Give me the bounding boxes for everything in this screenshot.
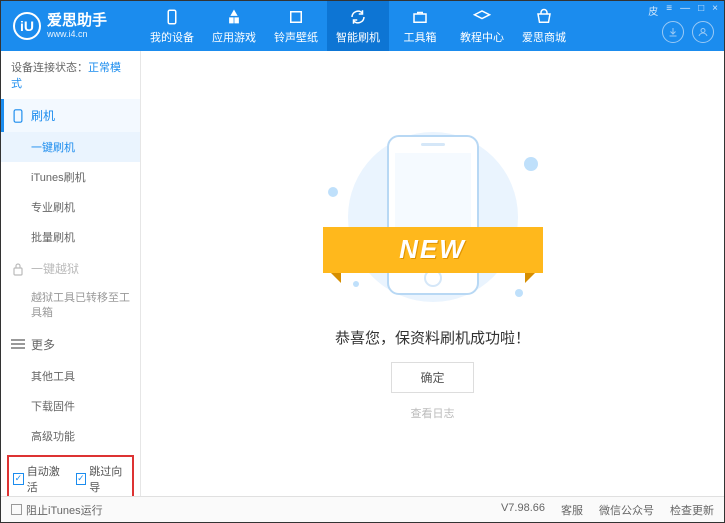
new-banner-text: NEW: [399, 234, 466, 265]
sidebar-item-batch[interactable]: 批量刷机: [1, 222, 140, 252]
logo-area[interactable]: iU 爱思助手 www.i4.cn: [1, 12, 141, 40]
view-log-link[interactable]: 查看日志: [411, 405, 455, 421]
block-itunes-label: 阻止iTunes运行: [26, 502, 103, 518]
maximize-button[interactable]: □: [696, 3, 706, 18]
wechat-link[interactable]: 微信公众号: [599, 502, 654, 518]
lock-icon: [11, 262, 25, 276]
sidebar-item-itunes[interactable]: iTunes刷机: [1, 162, 140, 192]
phone-icon: [11, 109, 25, 123]
sidebar-section-jailbreak[interactable]: 一键越狱: [1, 252, 140, 285]
wallpaper-icon: [265, 7, 327, 27]
header-right-buttons: [662, 21, 714, 43]
store-icon: [513, 7, 575, 27]
connection-status: 设备连接状态：正常模式: [1, 51, 140, 99]
logo-icon: iU: [13, 12, 41, 40]
auto-activate-checkbox[interactable]: ✓自动激活: [13, 463, 66, 495]
main-nav: 我的设备 应用游戏 铃声壁纸 智能刷机 工具箱 教程中心 爱思商城: [141, 1, 724, 51]
toolbox-icon: [389, 7, 451, 27]
success-message: 恭喜您，保资料刷机成功啦！: [335, 327, 530, 348]
success-illustration: NEW: [323, 127, 543, 307]
graduation-icon: [451, 7, 513, 27]
nav-apps[interactable]: 应用游戏: [203, 1, 265, 51]
skin-button[interactable]: 皮: [646, 3, 660, 18]
nav-my-device[interactable]: 我的设备: [141, 1, 203, 51]
nav-toolbox[interactable]: 工具箱: [389, 1, 451, 51]
menu-icon: [11, 339, 25, 349]
sidebar-section-more[interactable]: 更多: [1, 328, 140, 361]
jailbreak-note: 越狱工具已转移至工具箱: [1, 285, 140, 328]
block-itunes-checkbox[interactable]: [11, 504, 22, 515]
sidebar-item-pro[interactable]: 专业刷机: [1, 192, 140, 222]
skip-guide-checkbox[interactable]: ✓跳过向导: [76, 463, 129, 495]
sidebar-item-oneclick[interactable]: 一键刷机: [1, 132, 140, 162]
sidebar-section-flash[interactable]: 刷机: [1, 99, 140, 132]
sidebar-item-other[interactable]: 其他工具: [1, 361, 140, 391]
status-bar: 阻止iTunes运行 V7.98.66 客服 微信公众号 检查更新: [1, 496, 724, 522]
phone-icon: [141, 7, 203, 27]
nav-ringtone[interactable]: 铃声壁纸: [265, 1, 327, 51]
apps-icon: [203, 7, 265, 27]
app-window: iU 爱思助手 www.i4.cn 我的设备 应用游戏 铃声壁纸 智能刷机 工具…: [0, 0, 725, 523]
download-icon: [667, 26, 679, 38]
sidebar-item-advanced[interactable]: 高级功能: [1, 421, 140, 451]
user-icon: [697, 26, 709, 38]
user-button[interactable]: [692, 21, 714, 43]
download-button[interactable]: [662, 21, 684, 43]
version-label: V7.98.66: [501, 502, 545, 518]
kefu-link[interactable]: 客服: [561, 502, 583, 518]
window-controls: 皮 ≡ — □ ×: [646, 3, 720, 18]
nav-store[interactable]: 爱思商城: [513, 1, 575, 51]
refresh-icon: [327, 7, 389, 27]
menu-button[interactable]: ≡: [664, 3, 674, 18]
app-title: 爱思助手: [47, 13, 107, 30]
sidebar: 设备连接状态：正常模式 刷机 一键刷机 iTunes刷机 专业刷机 批量刷机 一…: [1, 51, 141, 496]
update-link[interactable]: 检查更新: [670, 502, 714, 518]
titlebar: iU 爱思助手 www.i4.cn 我的设备 应用游戏 铃声壁纸 智能刷机 工具…: [1, 1, 724, 51]
close-button[interactable]: ×: [710, 3, 720, 18]
minimize-button[interactable]: —: [678, 3, 692, 18]
app-url: www.i4.cn: [47, 29, 107, 39]
nav-tutorial[interactable]: 教程中心: [451, 1, 513, 51]
ok-button[interactable]: 确定: [391, 362, 473, 393]
sidebar-item-firmware[interactable]: 下载固件: [1, 391, 140, 421]
nav-flash[interactable]: 智能刷机: [327, 1, 389, 51]
main-content: NEW 恭喜您，保资料刷机成功啦！ 确定 查看日志: [141, 51, 724, 496]
